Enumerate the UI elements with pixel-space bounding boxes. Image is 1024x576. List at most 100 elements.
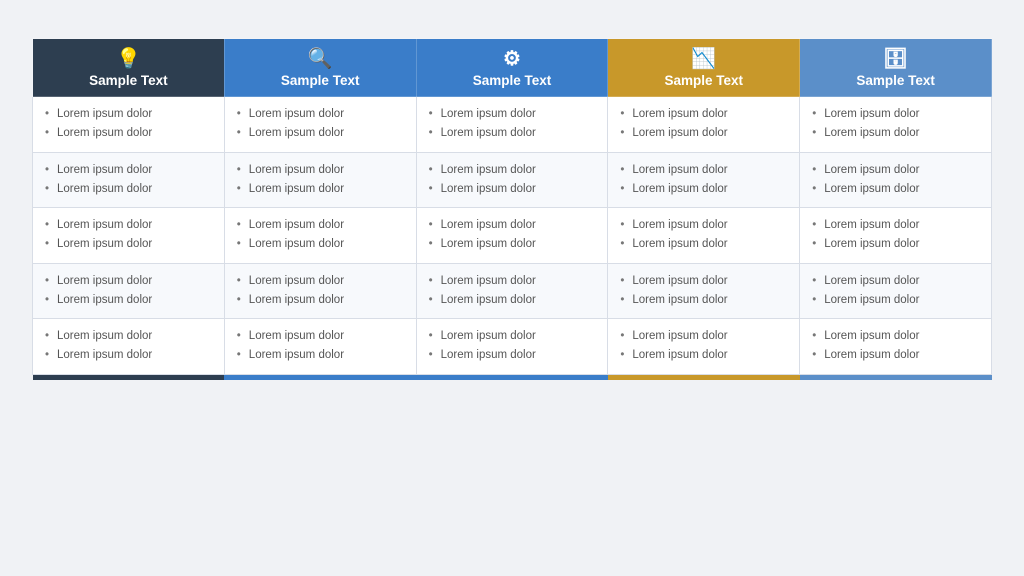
bulb-icon: 💡 bbox=[41, 49, 216, 69]
list-item: Lorem ipsum dolor bbox=[812, 216, 981, 235]
list-item: Lorem ipsum dolor bbox=[620, 346, 789, 365]
table-cell-r4-c5: Lorem ipsum dolorLorem ipsum dolor bbox=[800, 263, 992, 319]
table-row: Lorem ipsum dolorLorem ipsum dolorLorem … bbox=[33, 97, 992, 153]
table-cell-r2-c1: Lorem ipsum dolorLorem ipsum dolor bbox=[33, 152, 225, 208]
table-row: Lorem ipsum dolorLorem ipsum dolorLorem … bbox=[33, 152, 992, 208]
list-item: Lorem ipsum dolor bbox=[620, 291, 789, 310]
database-icon: 🗄 bbox=[808, 49, 983, 69]
list-item: Lorem ipsum dolor bbox=[45, 272, 214, 291]
footer-bar-5 bbox=[800, 374, 992, 380]
list-item: Lorem ipsum dolor bbox=[429, 124, 598, 143]
table-header-1: 💡 Sample Text bbox=[33, 39, 225, 97]
table-cell-r3-c1: Lorem ipsum dolorLorem ipsum dolor bbox=[33, 208, 225, 264]
list-item: Lorem ipsum dolor bbox=[429, 272, 598, 291]
table-cell-r1-c2: Lorem ipsum dolorLorem ipsum dolor bbox=[224, 97, 416, 153]
list-item: Lorem ipsum dolor bbox=[45, 124, 214, 143]
list-item: Lorem ipsum dolor bbox=[237, 235, 406, 254]
list-item: Lorem ipsum dolor bbox=[429, 235, 598, 254]
table-cell-r4-c3: Lorem ipsum dolorLorem ipsum dolor bbox=[416, 263, 608, 319]
table-cell-r5-c4: Lorem ipsum dolorLorem ipsum dolor bbox=[608, 319, 800, 375]
page-container: 💡 Sample Text 🔍 Sample Text ⚙ Sample Text 📉 Sam… bbox=[0, 0, 1024, 576]
list-item: Lorem ipsum dolor bbox=[237, 327, 406, 346]
list-item: Lorem ipsum dolor bbox=[45, 327, 214, 346]
table-row: Lorem ipsum dolorLorem ipsum dolorLorem … bbox=[33, 208, 992, 264]
list-item: Lorem ipsum dolor bbox=[812, 272, 981, 291]
list-item: Lorem ipsum dolor bbox=[45, 346, 214, 365]
list-item: Lorem ipsum dolor bbox=[45, 161, 214, 180]
table-cell-r5-c1: Lorem ipsum dolorLorem ipsum dolor bbox=[33, 319, 225, 375]
table-header-4: 📉 Sample Text bbox=[608, 39, 800, 97]
list-item: Lorem ipsum dolor bbox=[620, 235, 789, 254]
table-footer-row bbox=[33, 374, 992, 380]
table-header-2: 🔍 Sample Text bbox=[224, 39, 416, 97]
list-item: Lorem ipsum dolor bbox=[812, 346, 981, 365]
list-item: Lorem ipsum dolor bbox=[45, 291, 214, 310]
list-item: Lorem ipsum dolor bbox=[620, 216, 789, 235]
table-cell-r1-c3: Lorem ipsum dolorLorem ipsum dolor bbox=[416, 97, 608, 153]
table-cell-r1-c5: Lorem ipsum dolorLorem ipsum dolor bbox=[800, 97, 992, 153]
footer-bar-2 bbox=[224, 374, 416, 380]
table-cell-r1-c4: Lorem ipsum dolorLorem ipsum dolor bbox=[608, 97, 800, 153]
table-cell-r3-c4: Lorem ipsum dolorLorem ipsum dolor bbox=[608, 208, 800, 264]
list-item: Lorem ipsum dolor bbox=[812, 327, 981, 346]
list-item: Lorem ipsum dolor bbox=[237, 216, 406, 235]
list-item: Lorem ipsum dolor bbox=[812, 161, 981, 180]
list-item: Lorem ipsum dolor bbox=[237, 346, 406, 365]
table-header-5: 🗄 Sample Text bbox=[800, 39, 992, 97]
list-item: Lorem ipsum dolor bbox=[429, 216, 598, 235]
list-item: Lorem ipsum dolor bbox=[429, 346, 598, 365]
table-cell-r2-c2: Lorem ipsum dolorLorem ipsum dolor bbox=[224, 152, 416, 208]
gear-icon: ⚙ bbox=[425, 49, 600, 69]
table-header-row: 💡 Sample Text 🔍 Sample Text ⚙ Sample Text 📉 Sam… bbox=[33, 39, 992, 97]
list-item: Lorem ipsum dolor bbox=[429, 180, 598, 199]
header-label-5: Sample Text bbox=[808, 73, 983, 88]
table-cell-r2-c4: Lorem ipsum dolorLorem ipsum dolor bbox=[608, 152, 800, 208]
header-label-1: Sample Text bbox=[41, 73, 216, 88]
list-item: Lorem ipsum dolor bbox=[237, 272, 406, 291]
header-label-2: Sample Text bbox=[233, 73, 408, 88]
list-item: Lorem ipsum dolor bbox=[45, 105, 214, 124]
table-cell-r4-c1: Lorem ipsum dolorLorem ipsum dolor bbox=[33, 263, 225, 319]
list-item: Lorem ipsum dolor bbox=[237, 180, 406, 199]
list-item: Lorem ipsum dolor bbox=[620, 161, 789, 180]
list-item: Lorem ipsum dolor bbox=[620, 124, 789, 143]
list-item: Lorem ipsum dolor bbox=[620, 327, 789, 346]
list-item: Lorem ipsum dolor bbox=[812, 180, 981, 199]
list-item: Lorem ipsum dolor bbox=[812, 291, 981, 310]
search-icon: 🔍 bbox=[233, 49, 408, 69]
list-item: Lorem ipsum dolor bbox=[620, 105, 789, 124]
list-item: Lorem ipsum dolor bbox=[45, 235, 214, 254]
table-cell-r3-c5: Lorem ipsum dolorLorem ipsum dolor bbox=[800, 208, 992, 264]
table-cell-r5-c2: Lorem ipsum dolorLorem ipsum dolor bbox=[224, 319, 416, 375]
list-item: Lorem ipsum dolor bbox=[45, 216, 214, 235]
list-item: Lorem ipsum dolor bbox=[812, 235, 981, 254]
header-label-4: Sample Text bbox=[616, 73, 791, 88]
list-item: Lorem ipsum dolor bbox=[620, 180, 789, 199]
table-cell-r2-c5: Lorem ipsum dolorLorem ipsum dolor bbox=[800, 152, 992, 208]
header-label-3: Sample Text bbox=[425, 73, 600, 88]
footer-bar-1 bbox=[33, 374, 225, 380]
table-cell-r5-c5: Lorem ipsum dolorLorem ipsum dolor bbox=[800, 319, 992, 375]
list-item: Lorem ipsum dolor bbox=[429, 161, 598, 180]
list-item: Lorem ipsum dolor bbox=[429, 105, 598, 124]
table-row: Lorem ipsum dolorLorem ipsum dolorLorem … bbox=[33, 319, 992, 375]
table-header-3: ⚙ Sample Text bbox=[416, 39, 608, 97]
footer-bar-4 bbox=[608, 374, 800, 380]
list-item: Lorem ipsum dolor bbox=[812, 124, 981, 143]
list-item: Lorem ipsum dolor bbox=[812, 105, 981, 124]
table-cell-r4-c2: Lorem ipsum dolorLorem ipsum dolor bbox=[224, 263, 416, 319]
chart-icon: 📉 bbox=[616, 49, 791, 69]
table-cell-r2-c3: Lorem ipsum dolorLorem ipsum dolor bbox=[416, 152, 608, 208]
main-table: 💡 Sample Text 🔍 Sample Text ⚙ Sample Text 📉 Sam… bbox=[32, 38, 992, 380]
list-item: Lorem ipsum dolor bbox=[429, 291, 598, 310]
list-item: Lorem ipsum dolor bbox=[45, 180, 214, 199]
list-item: Lorem ipsum dolor bbox=[237, 105, 406, 124]
table-cell-r1-c1: Lorem ipsum dolorLorem ipsum dolor bbox=[33, 97, 225, 153]
table-cell-r3-c2: Lorem ipsum dolorLorem ipsum dolor bbox=[224, 208, 416, 264]
table-cell-r3-c3: Lorem ipsum dolorLorem ipsum dolor bbox=[416, 208, 608, 264]
list-item: Lorem ipsum dolor bbox=[237, 291, 406, 310]
table-row: Lorem ipsum dolorLorem ipsum dolorLorem … bbox=[33, 263, 992, 319]
list-item: Lorem ipsum dolor bbox=[620, 272, 789, 291]
table-cell-r4-c4: Lorem ipsum dolorLorem ipsum dolor bbox=[608, 263, 800, 319]
table-cell-r5-c3: Lorem ipsum dolorLorem ipsum dolor bbox=[416, 319, 608, 375]
